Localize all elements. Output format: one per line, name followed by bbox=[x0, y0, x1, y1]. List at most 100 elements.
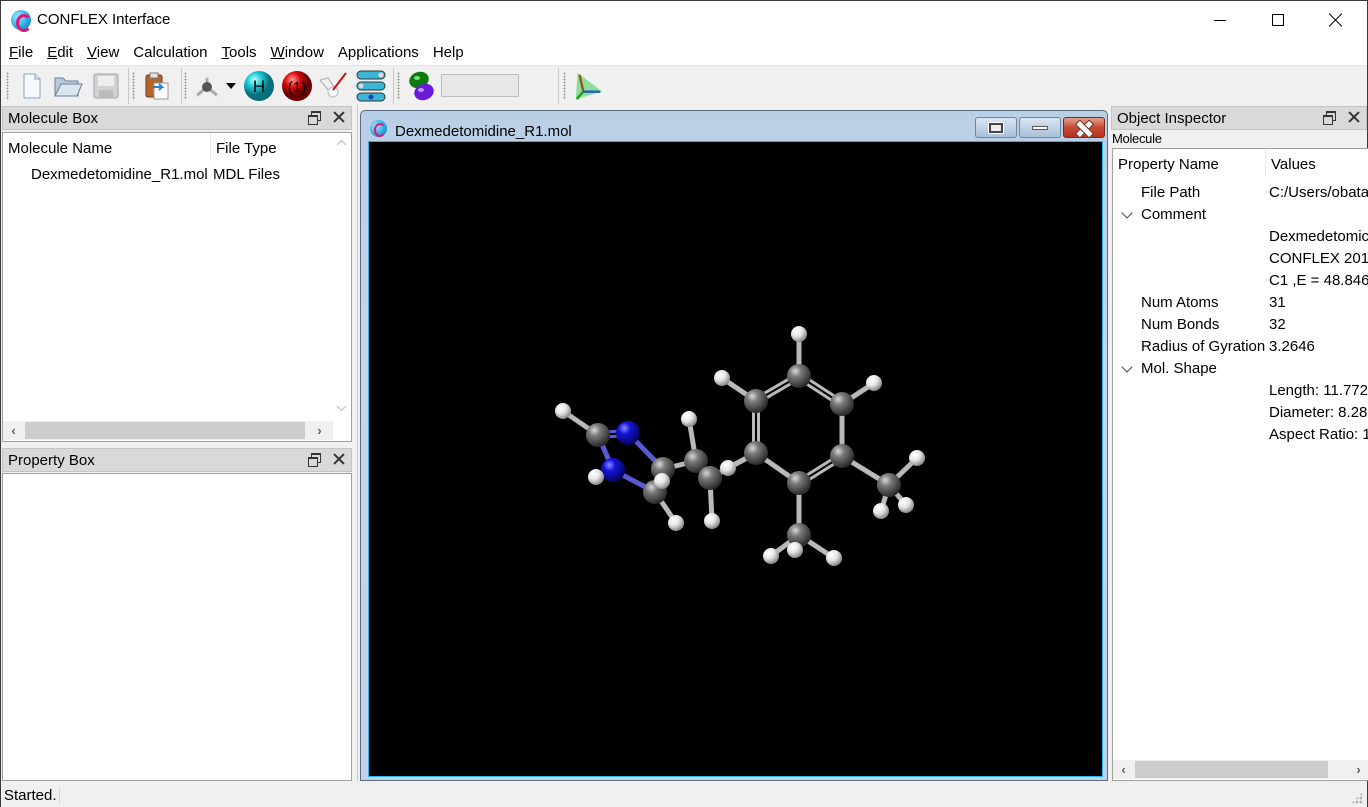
molecule-list-vscrollbar[interactable] bbox=[333, 133, 350, 421]
scroll-left-icon[interactable]: ‹ bbox=[5, 422, 22, 439]
close-panel-icon[interactable] bbox=[1347, 110, 1361, 124]
inspector-row[interactable]: C1 ,E = 48.846, bbox=[1113, 272, 1368, 294]
new-file-button[interactable] bbox=[16, 70, 48, 102]
molecule-box-titlebar[interactable]: Molecule Box bbox=[2, 106, 352, 130]
inspector-hscrollbar[interactable]: ‹ › bbox=[1113, 760, 1368, 779]
menu-tools[interactable]: Tools bbox=[222, 44, 264, 61]
carbon-atom[interactable] bbox=[830, 444, 854, 468]
column-header-type[interactable]: File Type bbox=[211, 133, 331, 161]
menu-window[interactable]: Window bbox=[271, 44, 331, 61]
float-panel-icon[interactable] bbox=[308, 111, 321, 125]
menu-view[interactable]: View bbox=[87, 44, 126, 61]
molecule-builder-button[interactable] bbox=[191, 70, 223, 102]
toolbar-grip[interactable] bbox=[563, 72, 566, 100]
molecule-row-name[interactable]: Dexmedetomidine_R1.mol bbox=[31, 166, 208, 183]
molecule-3d-viewport[interactable] bbox=[368, 141, 1103, 777]
open-file-button[interactable] bbox=[52, 70, 84, 102]
close-button[interactable] bbox=[1307, 1, 1365, 39]
menu-calculation[interactable]: Calculation bbox=[133, 44, 214, 61]
hydrogen-atom[interactable] bbox=[787, 542, 803, 558]
hydrogen-atom[interactable] bbox=[826, 550, 842, 566]
chevron-down-icon[interactable] bbox=[1121, 361, 1133, 373]
molecule-render[interactable] bbox=[369, 142, 1102, 776]
hydrogen-atom[interactable] bbox=[898, 497, 914, 513]
float-panel-icon[interactable] bbox=[1323, 111, 1336, 125]
inspector-row[interactable]: Radius of Gyration 3.2646 bbox=[1113, 338, 1368, 360]
hydrogen-atom[interactable] bbox=[668, 515, 684, 531]
paste-button[interactable] bbox=[141, 70, 173, 102]
toolbar-grip[interactable] bbox=[6, 72, 9, 100]
toolbar-grip[interactable] bbox=[397, 72, 400, 100]
inspector-row[interactable]: Mol. Shape bbox=[1113, 360, 1368, 382]
close-panel-icon[interactable] bbox=[332, 110, 346, 124]
carbon-atom[interactable] bbox=[744, 389, 768, 413]
hydrogen-atom[interactable] bbox=[714, 370, 730, 386]
carbon-atom[interactable] bbox=[586, 423, 610, 447]
column-header-values[interactable]: Values bbox=[1266, 149, 1368, 177]
hydrogen-atom[interactable] bbox=[588, 469, 604, 485]
orbital-value-field[interactable] bbox=[441, 74, 519, 97]
save-button[interactable] bbox=[90, 70, 122, 102]
scroll-left-icon[interactable]: ‹ bbox=[1115, 761, 1132, 778]
molecule-list-hscrollbar[interactable]: ‹ › bbox=[3, 421, 333, 440]
hydrogen-atom[interactable] bbox=[704, 513, 720, 529]
minimize-button[interactable] bbox=[1191, 1, 1249, 39]
chevron-down-icon[interactable] bbox=[1121, 207, 1133, 219]
inspector-row[interactable]: CONFLEX 2012 bbox=[1113, 250, 1368, 272]
inspector-row[interactable]: Num Bonds 32 bbox=[1113, 316, 1368, 338]
measure-button[interactable] bbox=[317, 70, 349, 102]
column-header-property[interactable]: Property Name bbox=[1113, 149, 1266, 177]
nitrogen-atom[interactable] bbox=[616, 421, 640, 445]
scroll-right-icon[interactable]: › bbox=[311, 422, 328, 439]
add-hydrogen-button[interactable]: H bbox=[243, 70, 275, 102]
menu-file[interactable]: File bbox=[9, 44, 40, 61]
hydrogen-atom[interactable] bbox=[791, 326, 807, 342]
orbital-button[interactable] bbox=[405, 70, 437, 102]
inspector-row[interactable]: Comment bbox=[1113, 206, 1368, 228]
hydrogen-atom[interactable] bbox=[909, 450, 925, 466]
scrollbar-thumb[interactable] bbox=[1135, 761, 1328, 778]
hydrogen-atom[interactable] bbox=[555, 403, 571, 419]
charge-button[interactable]: (1) bbox=[281, 70, 313, 102]
scroll-down-icon[interactable] bbox=[336, 405, 347, 412]
axes-view-button[interactable] bbox=[572, 70, 604, 102]
hydrogen-atom[interactable] bbox=[681, 411, 697, 427]
hydrogen-atom[interactable] bbox=[720, 460, 736, 476]
close-panel-icon[interactable] bbox=[332, 452, 346, 466]
layers-button[interactable] bbox=[355, 70, 387, 102]
inspector-row[interactable]: Length: 11.772/ bbox=[1113, 382, 1368, 404]
maximize-button[interactable] bbox=[1249, 1, 1307, 39]
molecule-row-type[interactable]: MDL Files bbox=[213, 166, 280, 183]
toolbar-grip[interactable] bbox=[184, 72, 187, 100]
inspector-row[interactable]: File Path C:/Users/obata bbox=[1113, 184, 1368, 206]
inspector-row[interactable]: Num Atoms 31 bbox=[1113, 294, 1368, 316]
nitrogen-atom[interactable] bbox=[601, 458, 625, 482]
carbon-atom[interactable] bbox=[877, 473, 901, 497]
toolbar-grip[interactable] bbox=[132, 72, 135, 100]
object-inspector-titlebar[interactable]: Object Inspector bbox=[1111, 106, 1367, 130]
menu-help[interactable]: Help bbox=[433, 44, 471, 61]
inspector-row[interactable]: Dexmedetomic bbox=[1113, 228, 1368, 250]
scroll-up-icon[interactable] bbox=[336, 139, 347, 146]
carbon-atom[interactable] bbox=[744, 441, 768, 465]
scrollbar-thumb[interactable] bbox=[25, 422, 305, 439]
float-panel-icon[interactable] bbox=[308, 453, 321, 467]
menu-applications[interactable]: Applications bbox=[338, 44, 426, 61]
viewer-restore-button[interactable] bbox=[975, 117, 1017, 138]
hydrogen-atom[interactable] bbox=[763, 548, 779, 564]
scroll-right-icon[interactable]: › bbox=[1350, 761, 1367, 778]
molecule-builder-dropdown[interactable] bbox=[223, 70, 239, 102]
column-header-name[interactable]: Molecule Name bbox=[3, 133, 211, 161]
viewer-minimize-button[interactable] bbox=[1019, 117, 1061, 138]
resize-grip-icon[interactable] bbox=[1351, 792, 1363, 804]
menu-edit[interactable]: Edit bbox=[47, 44, 80, 61]
hydrogen-atom[interactable] bbox=[654, 473, 670, 489]
inspector-row[interactable]: Aspect Ratio: 1 bbox=[1113, 426, 1368, 448]
hydrogen-atom[interactable] bbox=[866, 375, 882, 391]
hydrogen-atom[interactable] bbox=[873, 503, 889, 519]
carbon-atom[interactable] bbox=[698, 466, 722, 490]
inspector-row[interactable]: Diameter: 8.28 bbox=[1113, 404, 1368, 426]
carbon-atom[interactable] bbox=[830, 392, 854, 416]
carbon-atom[interactable] bbox=[787, 471, 811, 495]
property-box-titlebar[interactable]: Property Box bbox=[2, 448, 352, 472]
